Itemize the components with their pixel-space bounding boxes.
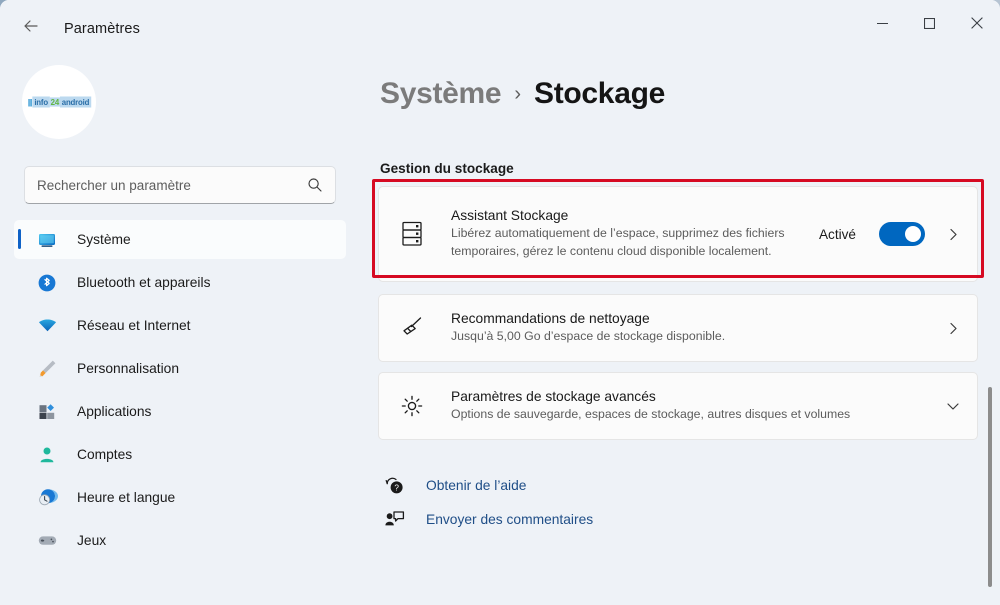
link-envoyer-commentaires[interactable]: Envoyer des commentaires — [382, 502, 593, 536]
card-title: Assistant Stockage — [451, 207, 569, 223]
gamepad-icon — [36, 530, 58, 552]
close-icon — [970, 17, 983, 29]
broom-icon — [395, 314, 429, 342]
svg-text:?: ? — [394, 483, 399, 492]
sidebar-item-applications[interactable]: Applications — [14, 392, 346, 431]
breadcrumb-parent[interactable]: Système — [380, 77, 502, 111]
avatar-logo-24: 24 — [49, 97, 60, 107]
sidebar-item-personnalisation[interactable]: Personnalisation — [14, 349, 346, 388]
search-input[interactable] — [37, 177, 307, 193]
link-obtenir-aide[interactable]: ? Obtenir de l’aide — [382, 468, 526, 502]
sidebar-item-systeme[interactable]: Système — [14, 220, 346, 259]
avatar-logo-info: info — [32, 96, 50, 108]
main-scrollbar[interactable] — [985, 57, 995, 605]
chevron-down-icon[interactable] — [945, 399, 961, 413]
avatar[interactable]: ||| info 24 android — [22, 65, 96, 139]
breadcrumb-separator-icon: › — [514, 82, 521, 105]
card-text: Recommandations de nettoyage Jusqu’à 5,0… — [451, 311, 913, 346]
search-icon — [307, 177, 323, 193]
close-button[interactable] — [953, 0, 1000, 46]
page-title: Stockage — [534, 77, 665, 110]
sidebar-item-label: Jeux — [77, 533, 107, 548]
card-parametres-stockage-avances[interactable]: Paramètres de stockage avancés Options d… — [378, 372, 978, 440]
sidebar-item-comptes[interactable]: Comptes — [14, 435, 346, 474]
section-title: Gestion du stockage — [380, 161, 514, 176]
apps-icon — [36, 401, 58, 423]
card-subtitle: Options de sauvegarde, espaces de stocka… — [451, 406, 851, 421]
toggle-knob — [905, 226, 921, 242]
app-title: Paramètres — [64, 20, 140, 37]
clock-globe-icon — [36, 487, 58, 509]
card-assistant-stockage[interactable]: Assistant Stockage Libérez automatiqueme… — [378, 186, 978, 282]
sidebar-item-bluetooth[interactable]: Bluetooth et appareils — [14, 263, 346, 302]
sidebar-nav: Système Bluetooth et appareils Réseau et… — [14, 220, 346, 560]
main-pane: Système › Stockage Gestion du stockage A… — [360, 57, 1000, 605]
sidebar-item-label: Bluetooth et appareils — [77, 275, 211, 290]
card-controls — [925, 322, 961, 335]
card-controls: Activé — [819, 222, 961, 246]
feedback-icon — [382, 509, 406, 530]
sidebar-item-label: Système — [77, 232, 131, 247]
scrolled-content-remnant — [378, 117, 978, 145]
window-controls — [859, 0, 1000, 46]
window-content: ||| info 24 android Rechercher un paramè… — [0, 57, 1000, 605]
card-subtitle: Jusqu’à 5,00 Go d’espace de stockage dis… — [451, 328, 726, 343]
scrollbar-thumb[interactable] — [988, 387, 992, 587]
sidebar: ||| info 24 android Rechercher un paramè… — [0, 57, 360, 605]
storage-sense-toggle[interactable] — [879, 222, 925, 246]
card-text: Assistant Stockage Libérez automatiqueme… — [451, 208, 807, 261]
wifi-icon — [36, 315, 58, 337]
avatar-logo-android: android — [59, 96, 91, 108]
card-controls — [925, 399, 961, 413]
minimize-button[interactable] — [859, 0, 906, 46]
arrow-left-icon — [21, 16, 41, 41]
drive-stack-icon — [395, 219, 429, 249]
link-label: Envoyer des commentaires — [426, 511, 594, 527]
card-subtitle: Libérez automatiquement de l’espace, sup… — [451, 225, 785, 258]
paintbrush-icon — [36, 358, 58, 380]
link-label: Obtenir de l’aide — [426, 477, 527, 493]
bluetooth-icon — [36, 272, 58, 294]
footer-links: ? Obtenir de l’aide Envoyer des commenta… — [382, 468, 978, 536]
sidebar-item-reseau[interactable]: Réseau et Internet — [14, 306, 346, 345]
settings-window: Paramètres ||| info 24 android Recherche… — [0, 0, 1000, 605]
sidebar-item-label: Réseau et Internet — [77, 318, 191, 333]
sidebar-item-jeux[interactable]: Jeux — [14, 521, 346, 560]
sidebar-item-label: Personnalisation — [77, 361, 180, 376]
avatar-logo-bars: ||| — [27, 97, 32, 107]
maximize-button[interactable] — [906, 0, 953, 46]
back-button[interactable] — [14, 12, 48, 46]
sidebar-item-label: Heure et langue — [77, 490, 176, 505]
monitor-icon — [36, 229, 58, 251]
card-text: Paramètres de stockage avancés Options d… — [451, 389, 913, 424]
card-title: Paramètres de stockage avancés — [451, 388, 656, 404]
card-recommandations-nettoyage[interactable]: Recommandations de nettoyage Jusqu’à 5,0… — [378, 294, 978, 362]
help-question-icon: ? — [382, 475, 406, 496]
card-title: Recommandations de nettoyage — [451, 310, 650, 326]
storage-sense-card-wrapper: Assistant Stockage Libérez automatiqueme… — [372, 179, 984, 282]
breadcrumb: Système › Stockage — [380, 57, 978, 111]
sidebar-item-label: Applications — [77, 404, 152, 419]
gear-icon — [395, 392, 429, 420]
avatar-logo: ||| info 24 android — [27, 96, 91, 108]
search-box[interactable] — [24, 166, 336, 204]
minimize-icon — [877, 18, 888, 29]
sidebar-item-heure-langue[interactable]: Heure et langue — [14, 478, 346, 517]
title-bar: Paramètres — [0, 0, 1000, 57]
maximize-icon — [924, 17, 935, 29]
sidebar-item-label: Comptes — [77, 447, 133, 462]
chevron-right-icon[interactable] — [945, 228, 961, 241]
toggle-state-label: Activé — [818, 226, 856, 242]
chevron-right-icon[interactable] — [945, 322, 961, 335]
person-icon — [36, 444, 58, 466]
